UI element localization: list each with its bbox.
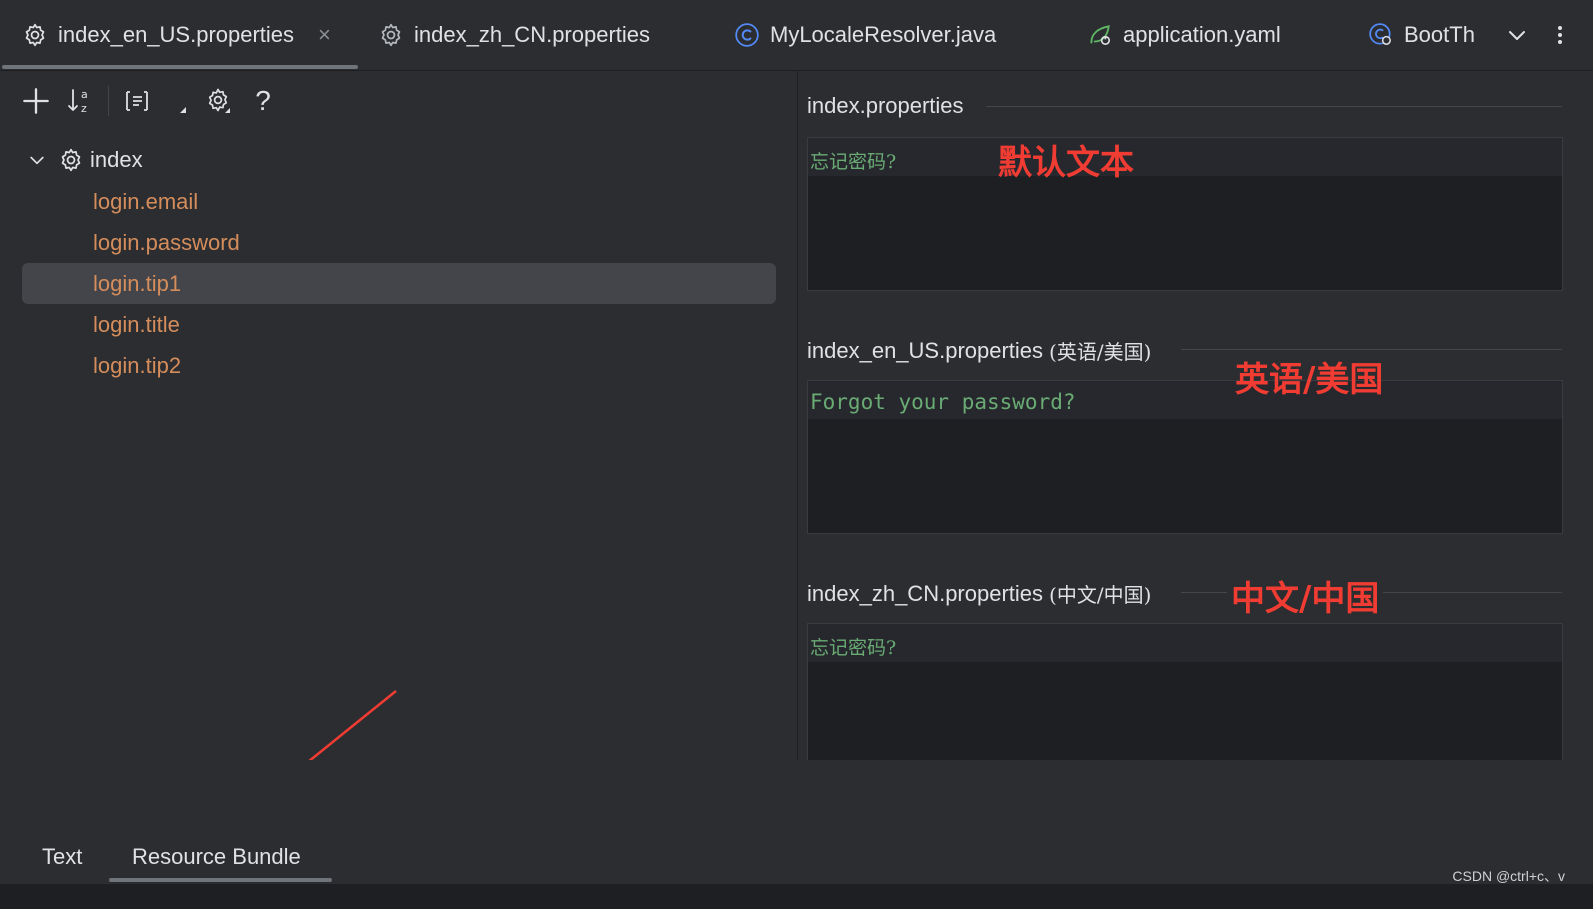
help-icon: ? [255, 85, 271, 116]
section-title-zh-cn: index_zh_CN.properties (中文/中国) [807, 579, 1151, 608]
value-editor-en-us[interactable]: Forgot your password? [807, 380, 1563, 534]
svg-text:z: z [81, 102, 87, 115]
section-divider [986, 106, 1562, 107]
group-by-prefix-button[interactable] [119, 83, 155, 119]
tab-bootth[interactable]: BootTh [1368, 0, 1480, 70]
help-button[interactable]: ? [245, 83, 281, 119]
gear-icon [25, 23, 45, 47]
current-line-highlight [808, 624, 1562, 662]
value-editor-default[interactable]: 忘记密码? [807, 137, 1563, 291]
more-vertical-icon [1558, 26, 1562, 44]
tree-item-label: login.password [93, 229, 240, 255]
section-divider [1181, 349, 1562, 350]
tree-root-index[interactable]: index [22, 139, 776, 181]
tab-label: MyLocaleResolver.java [770, 22, 997, 47]
tree-item-label: login.tip2 [93, 352, 182, 378]
keys-tree: index login.email login.password login.t… [22, 139, 776, 386]
dropdown-corner-icon [180, 107, 186, 113]
current-line-highlight [808, 138, 1562, 176]
class-icon [735, 23, 759, 47]
tab-label: application.yaml [1123, 22, 1281, 47]
editor-tab-bar: index_en_US.properties × index_zh_CN.pro… [0, 0, 1593, 71]
tab-label: index_en_US.properties [58, 22, 295, 47]
tab-label: index_zh_CN.properties [414, 22, 651, 47]
annotation-en-us: 英语/美国 [1235, 360, 1384, 400]
section-locale-name: (英语/美国) [1049, 340, 1152, 364]
tab-list-dropdown[interactable] [1500, 18, 1534, 52]
tree-item-label: login.tip1 [93, 270, 182, 296]
plus-icon [23, 88, 49, 114]
active-tab-indicator [2, 65, 358, 69]
boot-icon [1369, 23, 1391, 45]
tree-item-login-tip2[interactable]: login.tip2 [22, 345, 776, 386]
locale-values-pane: index.properties 忘记密码? 默认文本 index_en_US.… [798, 71, 1593, 831]
editor-mode-tabs: Text Resource Bundle [0, 760, 1593, 869]
gear-icon [61, 148, 81, 172]
chevron-down-icon [1509, 31, 1525, 40]
value-text: Forgot your password? [810, 390, 1076, 414]
section-locale-name: (中文/中国) [1049, 583, 1152, 607]
gear-icon [208, 88, 230, 113]
tab-index-en-us[interactable]: index_en_US.properties × [22, 0, 331, 70]
active-mode-indicator [109, 878, 332, 882]
tab-application-yaml[interactable]: application.yaml [1087, 0, 1281, 70]
tab-mylocaleresolver[interactable]: MyLocaleResolver.java [734, 0, 996, 70]
section-file-name: index_zh_CN.properties [807, 580, 1044, 606]
tree-item-login-tip1[interactable]: login.tip1 [22, 263, 776, 304]
settings-button[interactable] [201, 83, 237, 119]
value-editor-zh-cn[interactable]: 忘记密码? [807, 623, 1563, 777]
status-strip [0, 884, 1593, 909]
sort-alphabetically-button[interactable]: a z [62, 83, 98, 119]
tab-index-zh-cn[interactable]: index_zh_CN.properties [378, 0, 650, 70]
section-title-default: index.properties [807, 93, 964, 119]
sort-az-icon: a z [68, 88, 88, 115]
section-file-name: index_en_US.properties [807, 337, 1044, 363]
annotation-default-text: 默认文本 [998, 143, 1134, 183]
toolbar-separator [108, 86, 109, 116]
section-title-en-us: index_en_US.properties (英语/美国) [807, 336, 1151, 365]
tree-item-login-email[interactable]: login.email [22, 181, 776, 222]
spring-icon [1090, 25, 1111, 46]
tree-item-login-title[interactable]: login.title [22, 304, 776, 345]
tab-resource-bundle[interactable]: Resource Bundle [132, 844, 301, 870]
chevron-down-icon[interactable] [24, 150, 50, 170]
more-actions-button[interactable] [1548, 18, 1572, 52]
options-dropdown[interactable] [163, 83, 193, 119]
tree-item-label: login.title [93, 311, 180, 337]
watermark: CSDN @ctrl+c、v [1452, 868, 1565, 884]
value-text: 忘记密码? [810, 151, 897, 173]
value-text: 忘记密码? [810, 637, 897, 659]
close-tab-icon[interactable]: × [318, 22, 331, 48]
svg-text:a: a [81, 88, 88, 101]
tree-item-login-password[interactable]: login.password [22, 222, 776, 263]
tree-item-label: login.email [93, 188, 199, 214]
keys-toolbar: a z ? [18, 83, 289, 119]
section-file-name: index.properties [807, 93, 964, 118]
annotation-zh-cn: 中文/中国 [1227, 571, 1384, 620]
tree-root-label: index [90, 147, 143, 172]
add-key-button[interactable] [18, 83, 54, 119]
gear-icon [381, 23, 401, 47]
list-group-icon [126, 91, 148, 111]
tab-text[interactable]: Text [42, 844, 82, 870]
tab-label: BootTh [1404, 22, 1475, 47]
